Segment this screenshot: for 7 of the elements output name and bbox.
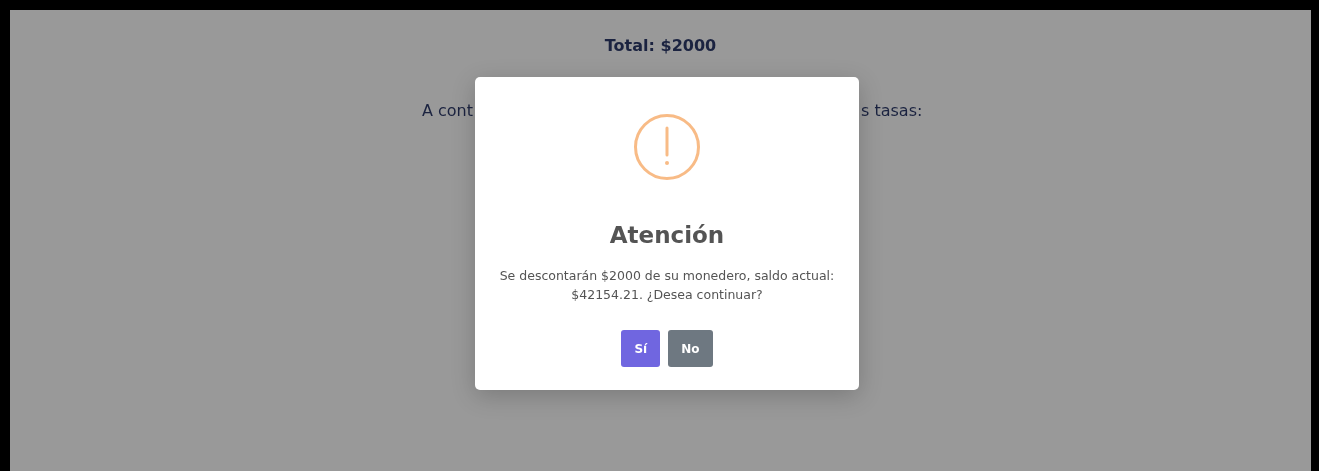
- dialog-message: Se descontarán $2000 de su monedero, saldo actual: $42154.21. ¿Desea continuar?: [498, 267, 836, 304]
- dialog-title: Atención: [609, 222, 725, 248]
- intro-text: A cont: [421, 101, 473, 120]
- confirm-button[interactable]: Sí: [621, 330, 661, 367]
- intro-text: s tasas:: [861, 101, 923, 120]
- cancel-button[interactable]: No: [668, 330, 713, 367]
- total-label: Total: $2000: [604, 36, 717, 55]
